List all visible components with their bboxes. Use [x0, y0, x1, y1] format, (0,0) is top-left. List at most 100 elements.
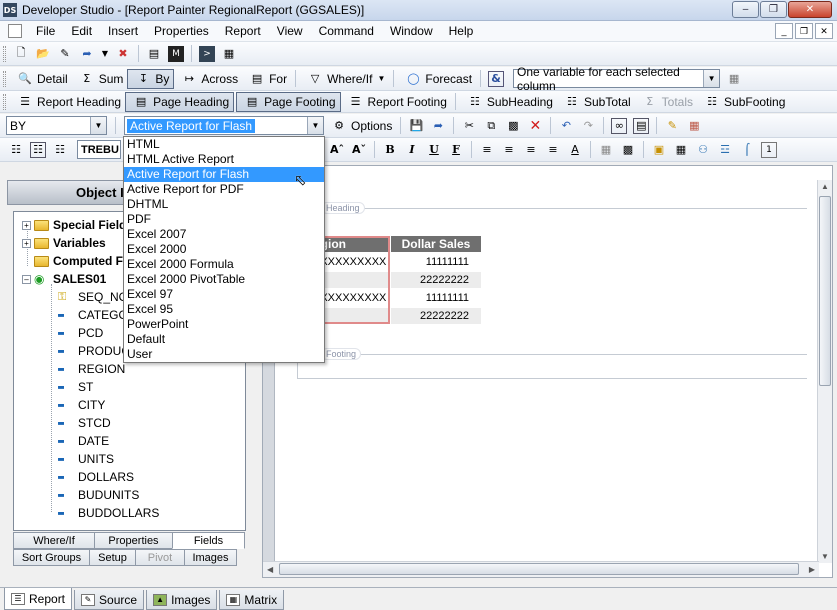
dropdown-option-excel-2000-formula[interactable]: Excel 2000 Formula [124, 257, 324, 272]
stop-icon[interactable]: ✖ [115, 46, 131, 62]
text-left-icon[interactable]: ≡ [479, 142, 495, 158]
align-center-icon[interactable]: ☷ [30, 141, 46, 158]
menu-edit[interactable]: Edit [63, 24, 100, 38]
field-item[interactable]: ▬ PCD [58, 324, 103, 342]
tree-group-computed-fields[interactable]: Computed F [34, 252, 123, 270]
text-right-icon[interactable]: ≡ [523, 142, 539, 158]
output-format-select[interactable]: Active Report for Flash ▼ [124, 116, 324, 135]
run-icon[interactable]: ➦ [430, 118, 446, 134]
field-item[interactable]: ▬ UNITS [58, 450, 114, 468]
document-icon[interactable] [8, 24, 22, 38]
subtotal-button[interactable]: ☷ SubTotal [557, 92, 635, 112]
dropdown-option-powerpoint[interactable]: PowerPoint [124, 317, 324, 332]
report-footing-button[interactable]: ☰ Report Footing [341, 92, 451, 112]
page-heading-button[interactable]: ▤ Page Heading [125, 91, 235, 112]
copy-icon[interactable]: ⧉ [483, 118, 499, 134]
cell-sales[interactable]: 22222222 [391, 308, 481, 324]
calculator-icon[interactable]: ▦ [726, 71, 742, 87]
field-item[interactable]: ▬ CATEGO [58, 306, 128, 324]
tab-images[interactable]: ▲ Images [146, 590, 218, 610]
cut-icon[interactable]: ✂ [461, 118, 477, 134]
tree-group-special-fields[interactable]: + Special Field [22, 216, 126, 234]
image-icon[interactable]: ▣ [651, 142, 667, 158]
dropdown-option-dhtml[interactable]: DHTML [124, 197, 324, 212]
fill-icon[interactable]: ▩ [620, 142, 636, 158]
save-icon[interactable]: 💾 [408, 118, 424, 134]
text-center-icon[interactable]: ≡ [501, 142, 517, 158]
collapse-icon[interactable]: – [22, 274, 31, 284]
tab-matrix[interactable]: ▦ Matrix [219, 590, 285, 610]
font-color-icon[interactable]: A [567, 142, 583, 158]
mdi-minimize-icon[interactable]: _ [775, 23, 793, 39]
tab-source[interactable]: ✎ Source [74, 590, 145, 610]
dropdown-option-html[interactable]: HTML [124, 137, 324, 152]
font-grow-icon[interactable]: Aˆ [329, 142, 345, 158]
cell-sales[interactable]: 11111111 [391, 290, 469, 306]
paste-icon[interactable]: ▩ [505, 118, 521, 134]
run-icon[interactable]: ➦ [79, 46, 95, 62]
tree-source-sales01[interactable]: – ◉ SALES01 [22, 270, 106, 288]
dropdown-option-excel-2000-pivottable[interactable]: Excel 2000 PivotTable [124, 272, 324, 287]
field-item[interactable]: ▬ DATE [58, 432, 109, 450]
column-mode-select[interactable]: One variable for each selected column ▼ [513, 65, 721, 93]
field-item[interactable]: ▬ CITY [58, 396, 105, 414]
report-canvas[interactable]: Heading egion Dollar Sales XXXXXXXXXX 11… [262, 165, 833, 578]
dropdown-option-excel-97[interactable]: Excel 97 [124, 287, 324, 302]
delete-icon[interactable]: ✕ [527, 118, 543, 134]
menu-file[interactable]: File [28, 24, 63, 38]
page-footing-button[interactable]: ▤ Page Footing [236, 91, 341, 112]
server-icon[interactable]: ▦ [221, 46, 237, 62]
subfooting-button[interactable]: ☷ SubFooting [697, 92, 789, 112]
tree-group-variables[interactable]: + Variables [22, 234, 106, 252]
redo-icon[interactable]: ↷ [580, 118, 596, 134]
report-icon[interactable]: ▤ [146, 46, 162, 62]
edit-icon[interactable]: ✎ [57, 46, 73, 62]
close-icon[interactable]: ✕ [788, 1, 832, 18]
bold-icon[interactable]: B [382, 142, 398, 158]
footing-tag[interactable]: Footing [321, 348, 362, 360]
expand-icon[interactable]: + [22, 238, 31, 248]
scroll-right-icon[interactable]: ▶ [809, 565, 815, 574]
field-item[interactable]: ▬ REGION [58, 360, 125, 378]
text-justify-icon[interactable]: ≡ [545, 142, 561, 158]
network-icon[interactable]: ⌠ [739, 142, 755, 158]
tree-icon[interactable]: ⚇ [695, 142, 711, 158]
font-shrink-icon[interactable]: Aˇ [351, 142, 367, 158]
minimize-icon[interactable]: – [732, 1, 759, 18]
new-icon[interactable]: 🗋 [13, 46, 29, 62]
dropdown-option-excel-2000[interactable]: Excel 2000 [124, 242, 324, 257]
field-item[interactable]: ▬ BUDUNITS [58, 486, 139, 504]
underline-icon[interactable]: U [426, 142, 442, 158]
page-number-icon[interactable]: 1 [761, 141, 777, 158]
tab-images[interactable]: Images [184, 549, 237, 566]
menu-insert[interactable]: Insert [100, 24, 146, 38]
italic-icon[interactable]: I [404, 142, 420, 158]
cell-sales[interactable]: 11111111 [391, 254, 469, 270]
scroll-up-icon[interactable]: ▲ [821, 182, 829, 191]
menu-view[interactable]: View [269, 24, 311, 38]
align-left-icon[interactable]: ☷ [8, 142, 24, 158]
open-icon[interactable]: 📂 [35, 46, 51, 62]
menu-command[interactable]: Command [311, 24, 382, 38]
column-header-dollar-sales[interactable]: Dollar Sales [391, 236, 481, 252]
hierarchy-icon[interactable]: ☲ [717, 142, 733, 158]
style-icon[interactable]: ▦ [686, 118, 702, 134]
mdi-restore-icon[interactable]: ❐ [795, 23, 813, 39]
menu-help[interactable]: Help [441, 24, 482, 38]
detail-button[interactable]: 🔍 Detail [10, 69, 72, 89]
link-icon[interactable]: ∞ [611, 117, 628, 134]
subheading-button[interactable]: ☷ SubHeading [460, 92, 557, 112]
options-button[interactable]: ⚙ Options [324, 116, 396, 136]
heading-tag[interactable]: Heading [321, 202, 365, 214]
tab-properties[interactable]: Properties [94, 532, 173, 549]
horizontal-scroll-thumb[interactable] [279, 563, 799, 575]
ampersand-icon[interactable]: & [488, 70, 505, 87]
field-item[interactable]: ▬ PRODUC [58, 342, 130, 360]
scroll-left-icon[interactable]: ◀ [267, 565, 273, 574]
chart-icon[interactable]: ✎ [664, 118, 680, 134]
undo-icon[interactable]: ↶ [558, 118, 574, 134]
tab-report[interactable]: ☰ Report [4, 588, 73, 610]
dropdown-option-html-active-report[interactable]: HTML Active Report [124, 152, 324, 167]
tab-where-if[interactable]: Where/If [13, 532, 95, 549]
for-button[interactable]: ▤ For [242, 69, 291, 89]
